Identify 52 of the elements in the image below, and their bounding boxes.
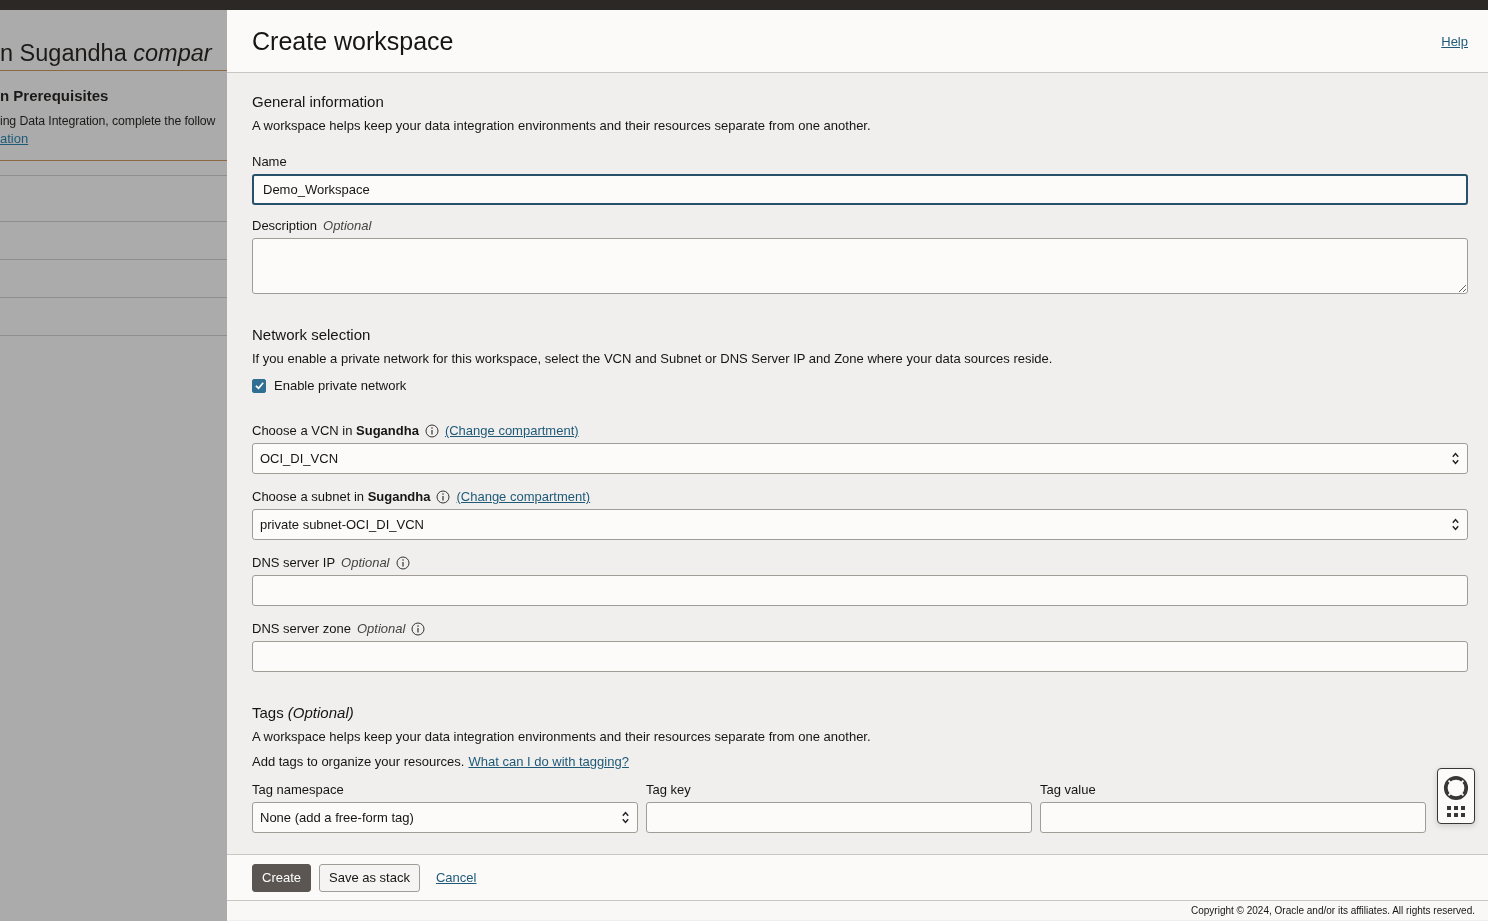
field-label: Name	[252, 154, 287, 170]
field-label: Description	[252, 218, 318, 234]
tags-hint: Add tags to organize your resources.	[252, 754, 465, 770]
text-field[interactable]	[252, 641, 1468, 672]
section-description: A workspace helps keep your data integration environments and their resources separate from one another.	[252, 729, 872, 745]
select-field[interactable]: None (add a free-form tag)	[252, 802, 638, 833]
text-field[interactable]	[252, 575, 1468, 606]
text-field[interactable]	[1040, 802, 1426, 833]
page-title: n Sugandha compar	[0, 40, 212, 66]
chevron-icon	[621, 810, 630, 825]
section-heading: Network selection	[252, 326, 372, 344]
save-as-stack-button[interactable]: Save as stack	[319, 863, 420, 892]
field-label: Tag key	[646, 782, 691, 798]
section-heading: n Prerequisites	[0, 87, 110, 104]
field-label: Choose a subnet in Sugandha	[252, 489, 431, 505]
info-icon[interactable]	[411, 622, 426, 636]
select-field[interactable]: OCI_DI_VCN	[252, 443, 1468, 474]
field-label: DNS server IP	[252, 555, 336, 571]
text-area[interactable]	[252, 238, 1468, 294]
optional-label: Optional	[323, 218, 372, 234]
create-button[interactable]: Create	[252, 863, 312, 892]
grid-icon	[1447, 805, 1465, 818]
checkbox-label: Enable private network	[274, 378, 407, 393]
optional-label: Optional	[341, 555, 390, 571]
copyright-text: Copyright © 2024, Oracle and/or its affiliates. All rights reserved.	[1191, 905, 1475, 916]
chevron-icon	[1451, 451, 1460, 466]
info-icon[interactable]	[395, 556, 410, 570]
change-compartment-link[interactable]: (Change compartment)	[444, 423, 579, 439]
cancel-link[interactable]: Cancel	[435, 870, 477, 885]
section-heading: Tags (Optional)	[252, 704, 355, 722]
help-widget[interactable]	[1437, 768, 1475, 824]
help-link[interactable]: Help	[1441, 33, 1468, 49]
tagging-help-link[interactable]: What can I do with tagging?	[468, 754, 629, 770]
lifebuoy-icon	[1443, 774, 1469, 801]
field-label: Tag value	[1040, 782, 1096, 798]
chevron-icon	[1451, 517, 1460, 532]
select-field[interactable]: private subnet-OCI_DI_VCN	[252, 509, 1468, 540]
section-heading: General information	[252, 93, 385, 111]
section-text: ing Data Integration, complete the follow	[0, 114, 217, 128]
section-description: A workspace helps keep your data integration environments and their resources separate from one another.	[252, 118, 872, 134]
info-icon[interactable]	[436, 490, 451, 504]
field-label: Tag namespace	[252, 782, 344, 798]
text-field[interactable]	[646, 802, 1032, 833]
info-icon[interactable]	[424, 424, 439, 438]
panel-title: Create workspace	[252, 26, 454, 56]
section-description: If you enable a private network for this workspace, select the VCN and Subnet or DNS Server IP and Zone where your data sources reside.	[252, 351, 1054, 367]
text-field[interactable]: Demo_Workspace	[252, 174, 1468, 205]
field-label: Choose a VCN in Sugandha	[252, 423, 419, 439]
optional-label: Optional	[357, 621, 406, 637]
checkbox[interactable]	[252, 378, 266, 393]
field-label: DNS server zone	[252, 621, 351, 637]
change-compartment-link[interactable]: (Change compartment)	[456, 489, 591, 505]
